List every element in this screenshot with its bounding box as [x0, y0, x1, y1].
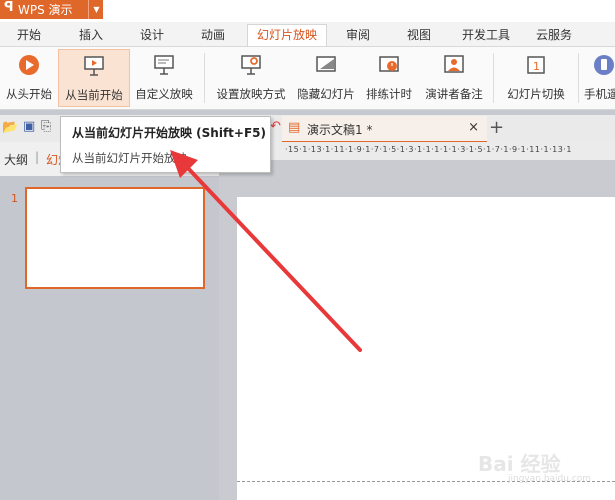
slide-transition-button[interactable]: 1 幻灯片切换 [500, 49, 572, 105]
app-name: WPS 演示 [18, 3, 73, 17]
horizontal-ruler: ·15·1·13·1·11·1·9·1·7·1·5·1·3·1·1·1·1·1·… [219, 142, 615, 160]
ribbon-tabs: 开始 插入 设计 动画 幻灯片放映 审阅 视图 开发工具 云服务 [0, 22, 615, 47]
projector-play-icon [84, 56, 104, 76]
transition-icon: 1 [527, 56, 545, 74]
hide-slide-button[interactable]: 隐藏幻灯片 [293, 49, 359, 105]
document-icon: ▤ [288, 120, 301, 135]
tab-view[interactable]: 视图 [398, 25, 440, 46]
clock-icon [379, 56, 399, 72]
projector-icon [154, 55, 174, 75]
title-bar: ꟼ WPS 演示 ▼ [0, 0, 615, 22]
chevron-down-icon[interactable]: ▼ [88, 0, 104, 19]
setup-show-button[interactable]: 设置放映方式 [211, 49, 291, 105]
export-icon[interactable]: ⎘ [41, 119, 51, 134]
watermark-url: jingyan.baidu.com [508, 474, 592, 484]
svg-text:1: 1 [533, 60, 540, 73]
tooltip: 从当前幻灯片开始放映 (Shift+F5) 从当前幻灯片开始放映。 [60, 116, 271, 173]
undo-icon[interactable]: ↶ [270, 119, 281, 134]
tab-slideshow[interactable]: 幻灯片放映 [247, 24, 327, 46]
ribbon: 从头开始 从当前开始 自定义放映 设置放映方式 隐藏幻灯片 排练计时 演讲者备注… [0, 47, 615, 110]
document-tab[interactable]: ▤ 演示文稿1 * × [282, 116, 487, 143]
rehearse-timing-button[interactable]: 排练计时 [362, 49, 416, 105]
presenter-notes-button[interactable]: 演讲者备注 [421, 49, 487, 105]
slide-thumbnail[interactable] [25, 187, 205, 289]
projector-gear-icon [241, 55, 261, 75]
open-folder-icon[interactable]: 📂 [2, 120, 18, 135]
save-icon[interactable]: ▣ [23, 119, 35, 134]
tab-design[interactable]: 设计 [131, 25, 173, 46]
ribbon-divider [204, 53, 205, 103]
phone-remote-button[interactable]: 手机遥 [584, 49, 615, 105]
watermark: Bai 经验 [478, 452, 561, 476]
app-menu-button[interactable]: ꟼ WPS 演示 ▼ [0, 0, 103, 19]
from-current-button[interactable]: 从当前开始 [58, 49, 130, 107]
tab-outline[interactable]: 大纲 [4, 151, 28, 168]
tab-developer-tools[interactable]: 开发工具 [455, 25, 517, 46]
tab-review[interactable]: 审阅 [337, 25, 379, 46]
ruler-labels: ·15·1·13·1·11·1·9·1·7·1·5·1·3·1·1·1·1·1·… [285, 145, 572, 154]
slide-number: 1 [11, 192, 18, 205]
tab-home[interactable]: 开始 [8, 25, 50, 46]
custom-show-button[interactable]: 自定义放映 [131, 49, 197, 105]
tooltip-title: 从当前幻灯片开始放映 (Shift+F5) [72, 126, 267, 140]
wps-logo-icon: ꟼ [4, 0, 14, 15]
hide-slide-icon [316, 56, 336, 72]
ribbon-divider [493, 53, 494, 103]
ribbon-divider [578, 53, 579, 103]
play-circle-icon [19, 55, 39, 75]
tab-cloud-service[interactable]: 云服务 [528, 25, 580, 46]
new-tab-plus-icon[interactable]: + [489, 117, 504, 138]
phone-remote-icon [594, 55, 614, 75]
document-tab-name: 演示文稿1 * [307, 123, 373, 137]
presenter-icon [444, 55, 464, 73]
panel-tab-separator: | [35, 150, 40, 164]
close-icon[interactable]: × [468, 120, 479, 135]
tooltip-body: 从当前幻灯片开始放映。 [72, 151, 199, 165]
tab-insert[interactable]: 插入 [70, 25, 112, 46]
from-start-button[interactable]: 从头开始 [2, 49, 56, 105]
tab-animation[interactable]: 动画 [192, 25, 234, 46]
